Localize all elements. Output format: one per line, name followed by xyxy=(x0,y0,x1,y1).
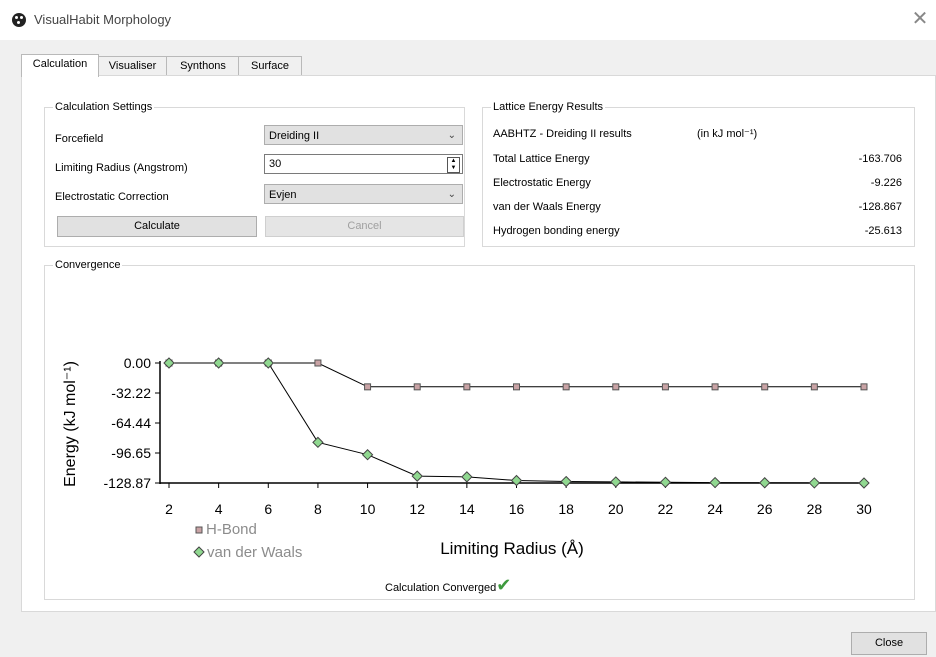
electrostatic-energy-label: Electrostatic Energy xyxy=(493,177,591,189)
lattice-energy-group: Lattice Energy Results AABHTZ - Dreiding… xyxy=(482,100,915,247)
vdw-energy-label: van der Waals Energy xyxy=(493,201,601,213)
cancel-button[interactable]: Cancel xyxy=(265,216,464,237)
forcefield-select[interactable]: Dreiding II ⌄ xyxy=(264,125,463,145)
calculate-button[interactable]: Calculate xyxy=(57,216,257,237)
results-header: AABHTZ - Dreiding II results xyxy=(493,128,632,140)
limiting-radius-input[interactable]: 30 ▲ ▼ xyxy=(264,154,463,174)
hbond-energy-label: Hydrogen bonding energy xyxy=(493,225,620,237)
electrostatic-label: Electrostatic Correction xyxy=(55,191,169,203)
chevron-down-icon: ⌄ xyxy=(447,189,456,200)
close-button[interactable]: Close xyxy=(851,632,927,655)
checkmark-icon: ✔ xyxy=(496,575,512,596)
forcefield-value: Dreiding II xyxy=(269,130,320,142)
habit-logo-icon xyxy=(12,13,26,27)
electrostatic-energy-value: -9.226 xyxy=(870,177,902,189)
convergence-status-text: Calculation Converged xyxy=(385,582,497,594)
tab-synthons[interactable]: Synthons xyxy=(166,56,240,76)
calculation-settings-group: Calculation Settings Forcefield Dreiding… xyxy=(44,100,465,247)
electrostatic-value: Evjen xyxy=(269,189,297,201)
electrostatic-select[interactable]: Evjen ⌄ xyxy=(264,184,463,204)
forcefield-label: Forcefield xyxy=(55,133,104,145)
limiting-radius-value: 30 xyxy=(269,158,282,170)
convergence-status: Calculation Converged✔ xyxy=(385,577,511,595)
limiting-radius-label: Limiting Radius (Angstrom) xyxy=(55,162,188,174)
lattice-energy-title: Lattice Energy Results xyxy=(491,100,606,114)
tab-visualiser[interactable]: Visualiser xyxy=(97,56,168,76)
convergence-title: Convergence xyxy=(53,258,123,272)
calculation-panel: Calculation Settings Forcefield Dreiding… xyxy=(21,75,936,612)
close-icon[interactable]: ✕ xyxy=(910,8,930,28)
chevron-down-icon: ⌄ xyxy=(447,130,456,141)
spin-arrows-icon[interactable]: ▲ ▼ xyxy=(447,157,460,173)
title-bar: VisualHabit Morphology ✕ xyxy=(0,0,936,40)
total-lattice-energy-value: -163.706 xyxy=(858,153,902,165)
convergence-group: Convergence xyxy=(44,258,915,600)
vdw-energy-value: -128.867 xyxy=(858,201,902,213)
tab-calculation[interactable]: Calculation xyxy=(21,54,99,77)
tab-surface[interactable]: Surface xyxy=(238,56,302,76)
hbond-energy-value: -25.613 xyxy=(864,225,902,237)
total-lattice-energy-label: Total Lattice Energy xyxy=(493,153,590,165)
results-units: (in kJ mol⁻¹) xyxy=(697,128,758,140)
calculation-settings-title: Calculation Settings xyxy=(53,100,155,114)
window-title: VisualHabit Morphology xyxy=(34,12,172,27)
